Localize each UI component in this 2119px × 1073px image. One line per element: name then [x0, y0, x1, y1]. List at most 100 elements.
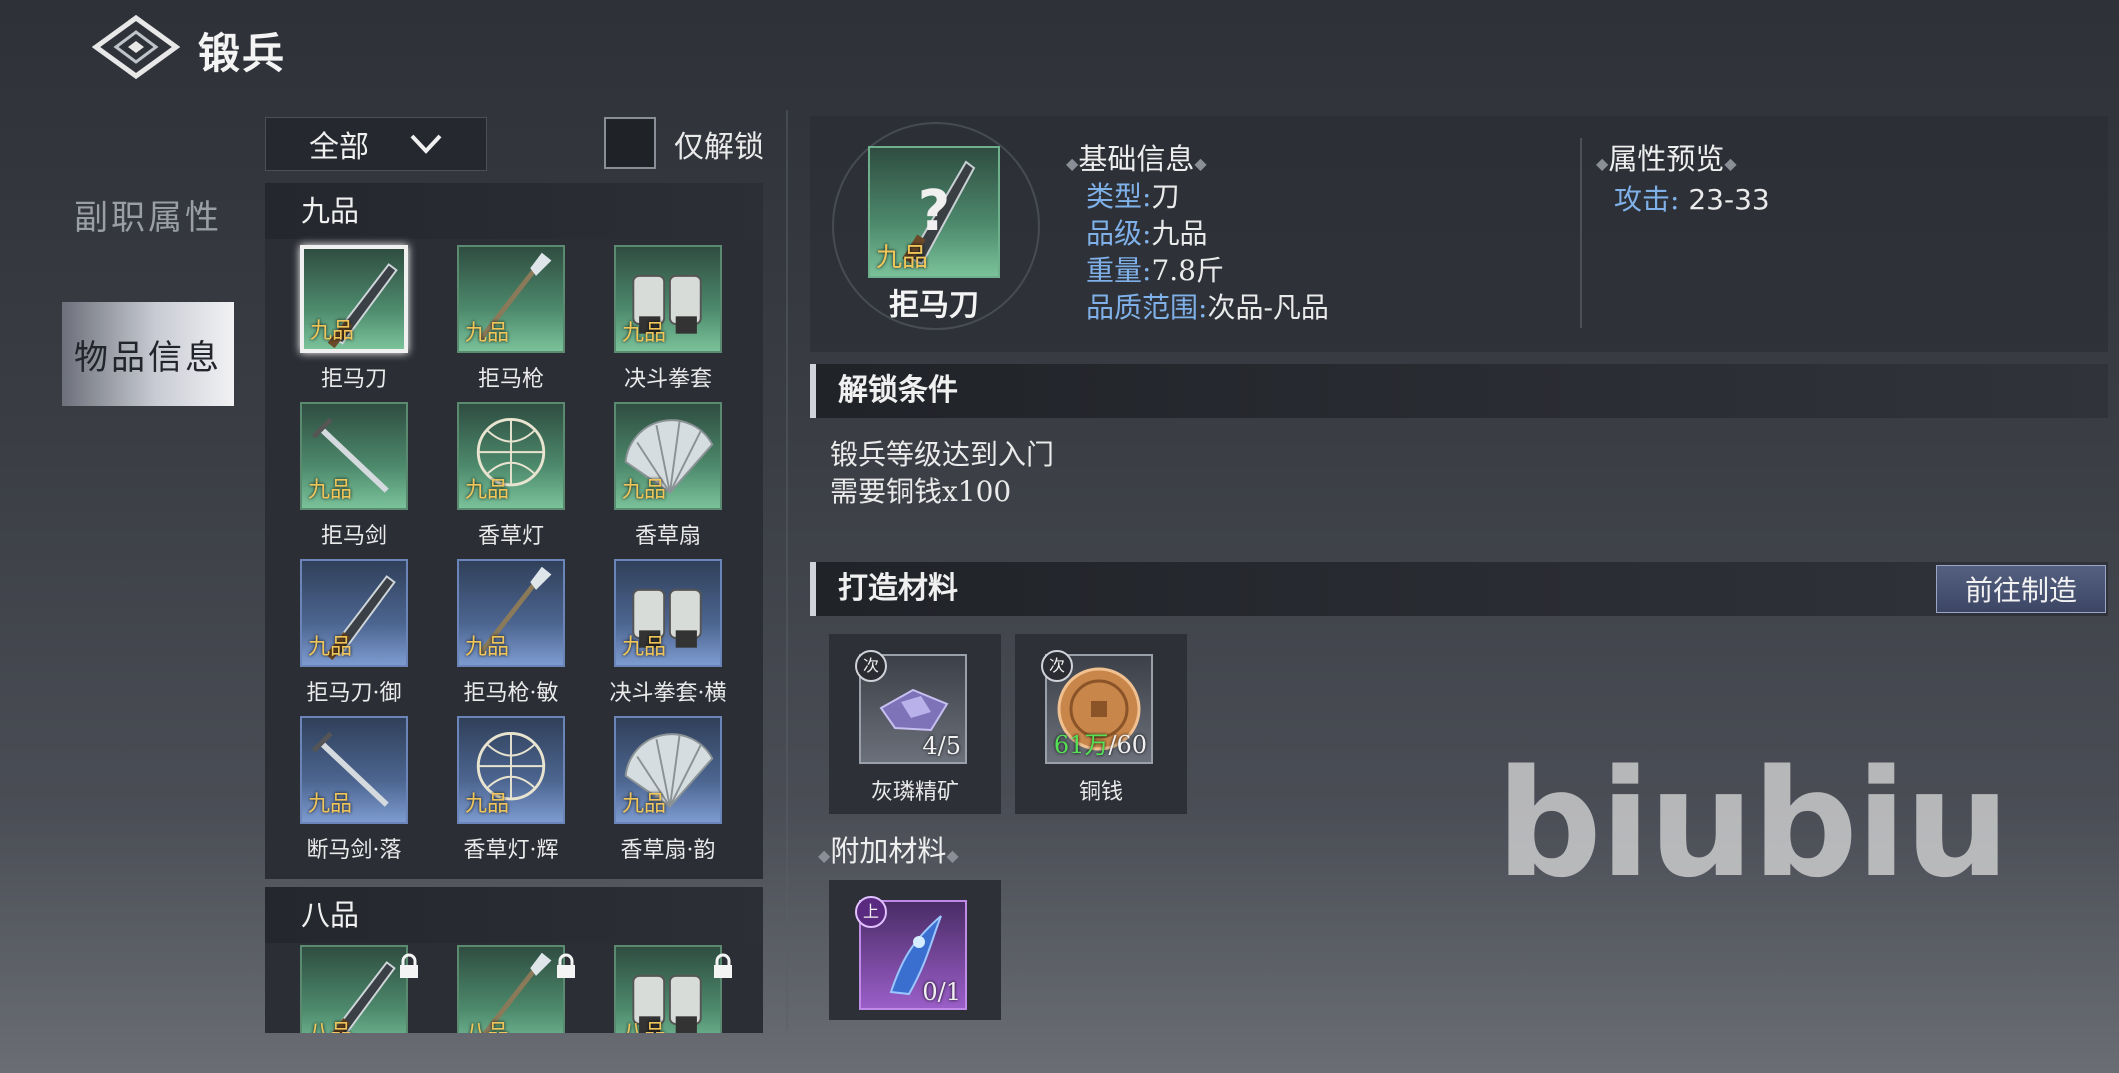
extra-materials-title: ◆附加材料◆ [818, 834, 959, 868]
only-unlocked-checkbox[interactable] [604, 117, 656, 169]
category-dropdown[interactable]: 全部 [265, 117, 487, 171]
only-unlocked-label: 仅解锁 [674, 130, 764, 165]
item-name: 拒马刀 [320, 367, 387, 392]
material-slot[interactable]: 次 4/5 灰璘精矿 [829, 634, 1001, 814]
attr-attack: 攻击: 23-33 [1614, 183, 1770, 216]
item-name: 香草扇 [634, 524, 701, 549]
quality-tag: 八品 [308, 1015, 352, 1033]
item-cell[interactable]: 九品拒马刀 [295, 245, 413, 393]
item-cell[interactable]: 九品拒马刀·御 [295, 559, 413, 707]
page-title: 锻兵 [198, 29, 287, 78]
back-button[interactable] [91, 14, 181, 80]
quality-tag: 八品 [465, 1015, 509, 1033]
material-count: 4/5 [922, 732, 961, 760]
basic-info-title-text: 基础信息 [1078, 142, 1195, 176]
category-dropdown-value: 全部 [309, 130, 369, 165]
item-cell[interactable]: 九品香草扇·韵 [609, 716, 727, 864]
grade-header: 八品 [265, 887, 763, 943]
unlock-condition: 需要铜钱x100 [830, 475, 1012, 508]
item-name: 决斗拳套 [623, 367, 712, 392]
material-count: 61万/60 [1053, 731, 1147, 759]
item-cell[interactable]: 九品 拒马剑 [295, 402, 413, 550]
item-cell[interactable]: 九品断马剑·落 [295, 716, 413, 864]
item-cell[interactable]: 九品 香草扇 [609, 402, 727, 550]
quality-tag: 九品 [465, 792, 510, 817]
item-name: 香草灯 [477, 524, 544, 549]
item-name: 拒马枪 [477, 367, 544, 392]
grade-header: 九品 [265, 183, 763, 239]
material-name: 灰璘精矿 [870, 780, 959, 805]
item-name: 断马剑·落 [306, 838, 402, 863]
quality-tag: 九品 [622, 321, 667, 346]
quality-tag: 九品 [308, 635, 353, 660]
tab-item-info[interactable]: 物品信息 [62, 302, 234, 406]
unlock-conditions: 锻兵等级达到入门 需要铜钱x100 [830, 436, 1054, 510]
item-list[interactable]: 九品 九品 拒马刀 九品 拒马枪 九品 决斗拳套 九品 拒马剑 九品 香草灯 九品 香草扇 九品 拒马刀·… [265, 183, 763, 1033]
item-name: 拒马刀·御 [306, 681, 402, 706]
item-icon-frame: 八品 [614, 945, 732, 1033]
item-icon-frame: 九品 [457, 716, 565, 824]
attr-preview-title-text: 属性预览 [1608, 142, 1725, 176]
item-cell[interactable]: 九品决斗拳套·横 [609, 559, 727, 707]
item-cell[interactable]: 九品拒马枪·敏 [452, 559, 570, 707]
extra-material-slot[interactable]: 上 0/1 [829, 880, 1001, 1020]
materials-header: 打造材料 [810, 562, 2108, 616]
material-icon: 次 4/5 [855, 650, 967, 764]
info-quality-range: 品质范围:次品-凡品 [1086, 291, 1329, 324]
panel-divider [786, 110, 788, 1030]
quality-badge: 次 [855, 650, 887, 682]
detail-item-name: 拒马刀 [889, 288, 979, 323]
item-icon-frame: 八品 [457, 945, 575, 1033]
info-grade: 品级:九品 [1086, 217, 1208, 250]
item-cell[interactable]: 八品 [452, 945, 575, 1033]
goto-craft-button[interactable]: 前往制造 [1936, 565, 2106, 613]
quality-tag: 八品 [622, 1015, 666, 1033]
item-name: 香草灯·辉 [463, 838, 559, 863]
watermark-logo: biubiu [1496, 738, 2010, 910]
item-cell[interactable]: 九品拒马枪 [452, 245, 570, 393]
item-name: 决斗拳套·横 [609, 681, 727, 706]
quality-badge: 上 [855, 896, 887, 928]
item-cell[interactable]: 八品 [609, 945, 732, 1033]
quality-tag: 九品 [308, 792, 353, 817]
chevron-down-icon [410, 134, 442, 154]
quality-tag: 九品 [308, 478, 353, 503]
item-icon-frame: 九品 [614, 559, 722, 667]
quality-tag: 九品 [622, 792, 667, 817]
quality-badge: 次 [1041, 650, 1073, 682]
detail-quality-tag: 九品 [876, 243, 929, 273]
item-icon-frame: 九品 [614, 402, 722, 510]
item-icon-frame: 九品 [614, 245, 722, 353]
item-icon-frame: 八品 [300, 945, 418, 1033]
material-icon: 上 0/1 [855, 896, 967, 1010]
info-type: 类型:刀 [1086, 180, 1180, 213]
item-name: 香草扇·韵 [620, 838, 716, 863]
item-icon-frame: 九品 [300, 245, 408, 353]
quality-tag: 九品 [465, 635, 510, 660]
material-count: 0/1 [922, 978, 961, 1006]
item-icon-frame: 九品 [300, 402, 408, 510]
item-cell[interactable]: 八品 [295, 945, 418, 1033]
item-cell[interactable]: 九品香草灯·辉 [452, 716, 570, 864]
item-icon-frame: 九品 [300, 716, 408, 824]
item-icon-frame: 九品 [457, 245, 565, 353]
item-icon-frame: 九品 [300, 559, 408, 667]
material-slot[interactable]: 次 61万/60 铜钱 [1015, 634, 1187, 814]
item-cell[interactable]: 九品 决斗拳套 [609, 245, 727, 393]
item-cell[interactable]: 九品 香草灯 [452, 402, 570, 550]
tab-secondary-attributes[interactable]: 副职属性 [62, 162, 234, 266]
diamond-back-icon [91, 14, 181, 80]
quality-tag: 九品 [310, 319, 355, 344]
quality-tag: 九品 [465, 321, 510, 346]
item-icon-frame: 九品 [457, 402, 565, 510]
material-name: 铜钱 [1078, 780, 1123, 805]
item-name: 拒马枪·敏 [463, 681, 559, 706]
basic-info-title: ◆基础信息◆ [1066, 142, 1207, 176]
unlock-condition: 锻兵等级达到入门 [830, 438, 1055, 471]
material-icon: 次 61万/60 [1041, 650, 1153, 764]
basic-info-list: 类型:刀 品级:九品 重量:7.8斤 品质范围:次品-凡品 [1086, 178, 1329, 326]
attr-preview-title: ◆属性预览◆ [1596, 142, 1737, 176]
quality-tag: 九品 [622, 635, 667, 660]
svg-text:?: ? [918, 179, 950, 244]
unlock-header: 解锁条件 [810, 364, 2108, 418]
